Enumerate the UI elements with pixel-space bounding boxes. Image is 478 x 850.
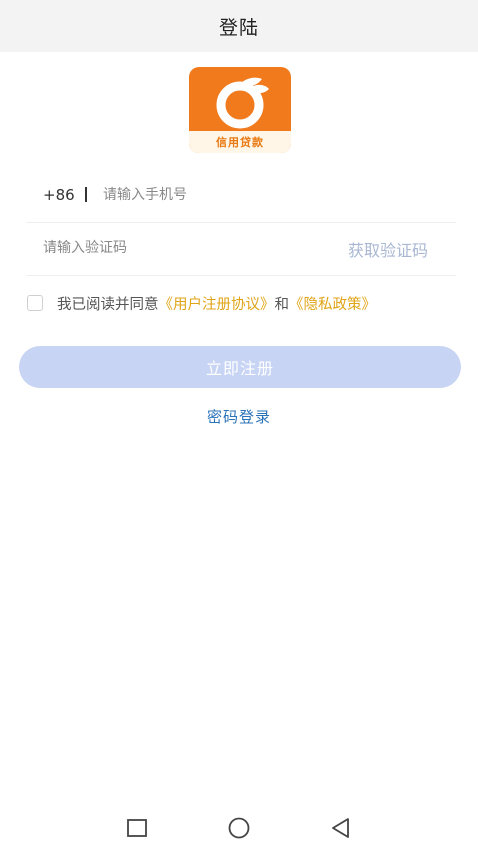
system-nav-bar <box>0 806 478 850</box>
page-title: 登陆 <box>218 16 259 39</box>
phone-input[interactable] <box>103 184 403 206</box>
triangle-back-icon[interactable] <box>327 814 355 842</box>
square-icon[interactable] <box>123 814 151 842</box>
phone-separator <box>85 187 87 202</box>
register-button[interactable]: 立即注册 <box>19 346 461 388</box>
agreement-row: 我已阅读并同意 《用户注册协议》 和 《隐私政策》 <box>27 292 376 314</box>
orange-fruit-icon <box>216 77 269 129</box>
phone-row: +86 <box>26 170 456 223</box>
top-bar: 登陆 <box>0 0 478 52</box>
verification-row: 获取验证码 <box>26 222 456 276</box>
privacy-policy-link[interactable]: 《隐私政策》 <box>289 293 376 314</box>
get-code-button[interactable]: 获取验证码 <box>348 237 428 261</box>
app-logo: 信用贷款 <box>189 67 291 153</box>
agreement-and: 和 <box>274 296 290 313</box>
agreement-text: 我已阅读并同意 <box>57 296 159 313</box>
logo-text: 信用贷款 <box>216 136 264 149</box>
user-agreement-link[interactable]: 《用户注册协议》 <box>159 293 275 314</box>
country-code[interactable]: +86 <box>43 186 75 204</box>
password-login-link[interactable]: 密码登录 <box>0 406 478 427</box>
logo-band: 信用贷款 <box>189 131 291 153</box>
verification-code-input[interactable] <box>43 237 293 259</box>
agreement-checkbox[interactable] <box>27 295 43 311</box>
circle-icon[interactable] <box>225 814 253 842</box>
